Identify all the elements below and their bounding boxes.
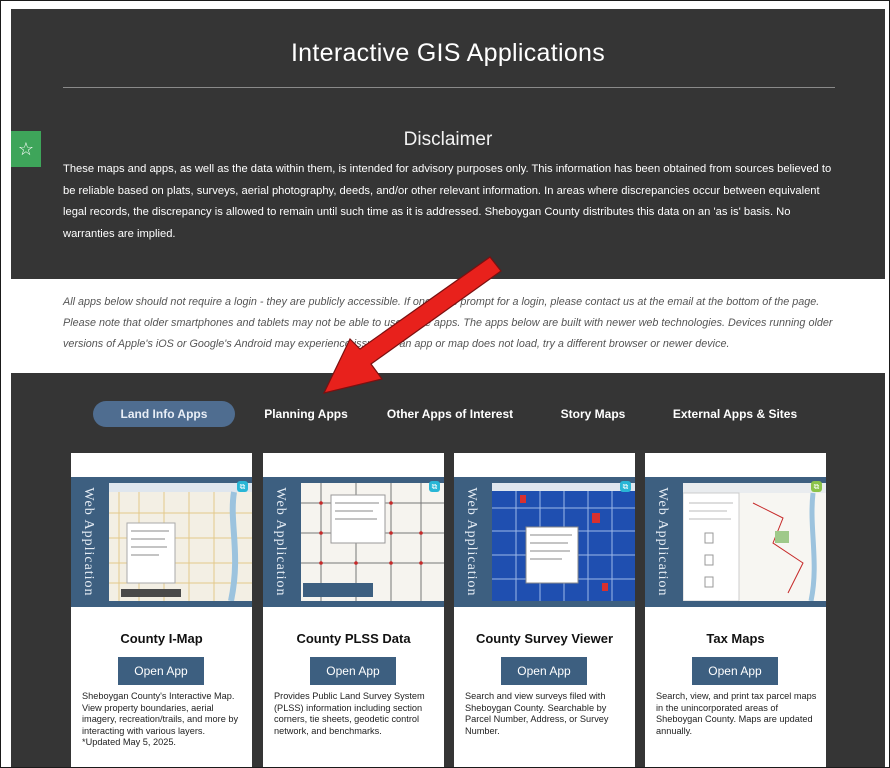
disclaimer-text: These maps and apps, as well as the data…	[63, 163, 832, 240]
page-frame: Interactive GIS Applications ☆ Disclaime…	[0, 0, 890, 768]
tab-planning-apps[interactable]: Planning Apps	[255, 401, 357, 427]
card-title: Tax Maps	[706, 631, 765, 646]
card-description: Provides Public Land Survey System (PLSS…	[274, 691, 425, 736]
tab-story-maps[interactable]: Story Maps	[551, 401, 635, 427]
thumbnail-label: Web Application	[81, 487, 96, 597]
page-title: Interactive GIS Applications	[290, 39, 606, 67]
map-preview	[492, 483, 635, 601]
open-app-button[interactable]: Open App	[692, 657, 778, 685]
app-type-icon: ⧉	[811, 481, 822, 492]
tab-external-apps[interactable]: External Apps & Sites	[661, 401, 809, 427]
open-app-button[interactable]: Open App	[118, 657, 204, 685]
card-title: County Survey Viewer	[475, 631, 614, 646]
app-type-icon: ⧉	[620, 481, 631, 492]
login-notice: All apps below should not require a logi…	[63, 296, 833, 350]
app-card-tax-maps: Web Application ⧉ Tax Maps Open App Sear…	[645, 453, 826, 767]
map-preview	[301, 483, 444, 601]
title-divider	[63, 87, 835, 88]
app-thumbnail[interactable]: Web Application ⧉	[71, 477, 252, 607]
thumbnail-label: Web Application	[655, 487, 670, 597]
card-description: Sheboygan County's Interactive Map. View…	[82, 691, 239, 747]
open-app-button[interactable]: Open App	[501, 657, 587, 685]
card-description: Search, view, and print tax parcel maps …	[656, 691, 817, 736]
app-card-county-plss: Web Application ⧉ County PLSS Data Open …	[263, 453, 444, 767]
tab-land-info-apps[interactable]: Land Info Apps	[93, 401, 235, 427]
app-thumbnail[interactable]: Web Application ⧉	[263, 477, 444, 607]
map-preview	[109, 483, 252, 601]
card-title: County I-Map	[120, 631, 203, 646]
app-type-icon: ⧉	[429, 481, 440, 492]
app-card-survey-viewer: Web Application ⧉ County Survey Viewer O…	[454, 453, 635, 767]
card-description: Search and view surveys filed with Shebo…	[465, 691, 609, 736]
app-thumbnail[interactable]: Web Application ⧉	[454, 477, 635, 607]
thumbnail-label: Web Application	[273, 487, 288, 597]
app-thumbnail[interactable]: Web Application ⧉	[645, 477, 826, 607]
app-category-tabs: Land Info Apps Planning Apps Other Apps …	[1, 401, 889, 431]
app-card-county-imap: Web Application ⧉ County I-Map Open App …	[71, 453, 252, 767]
disclaimer-title: Disclaimer	[403, 129, 493, 150]
thumbnail-label: Web Application	[464, 487, 479, 597]
card-title: County PLSS Data	[296, 631, 411, 646]
tab-other-apps[interactable]: Other Apps of Interest	[379, 401, 521, 427]
app-type-icon: ⧉	[237, 481, 248, 492]
map-preview	[683, 483, 826, 601]
open-app-button[interactable]: Open App	[310, 657, 396, 685]
